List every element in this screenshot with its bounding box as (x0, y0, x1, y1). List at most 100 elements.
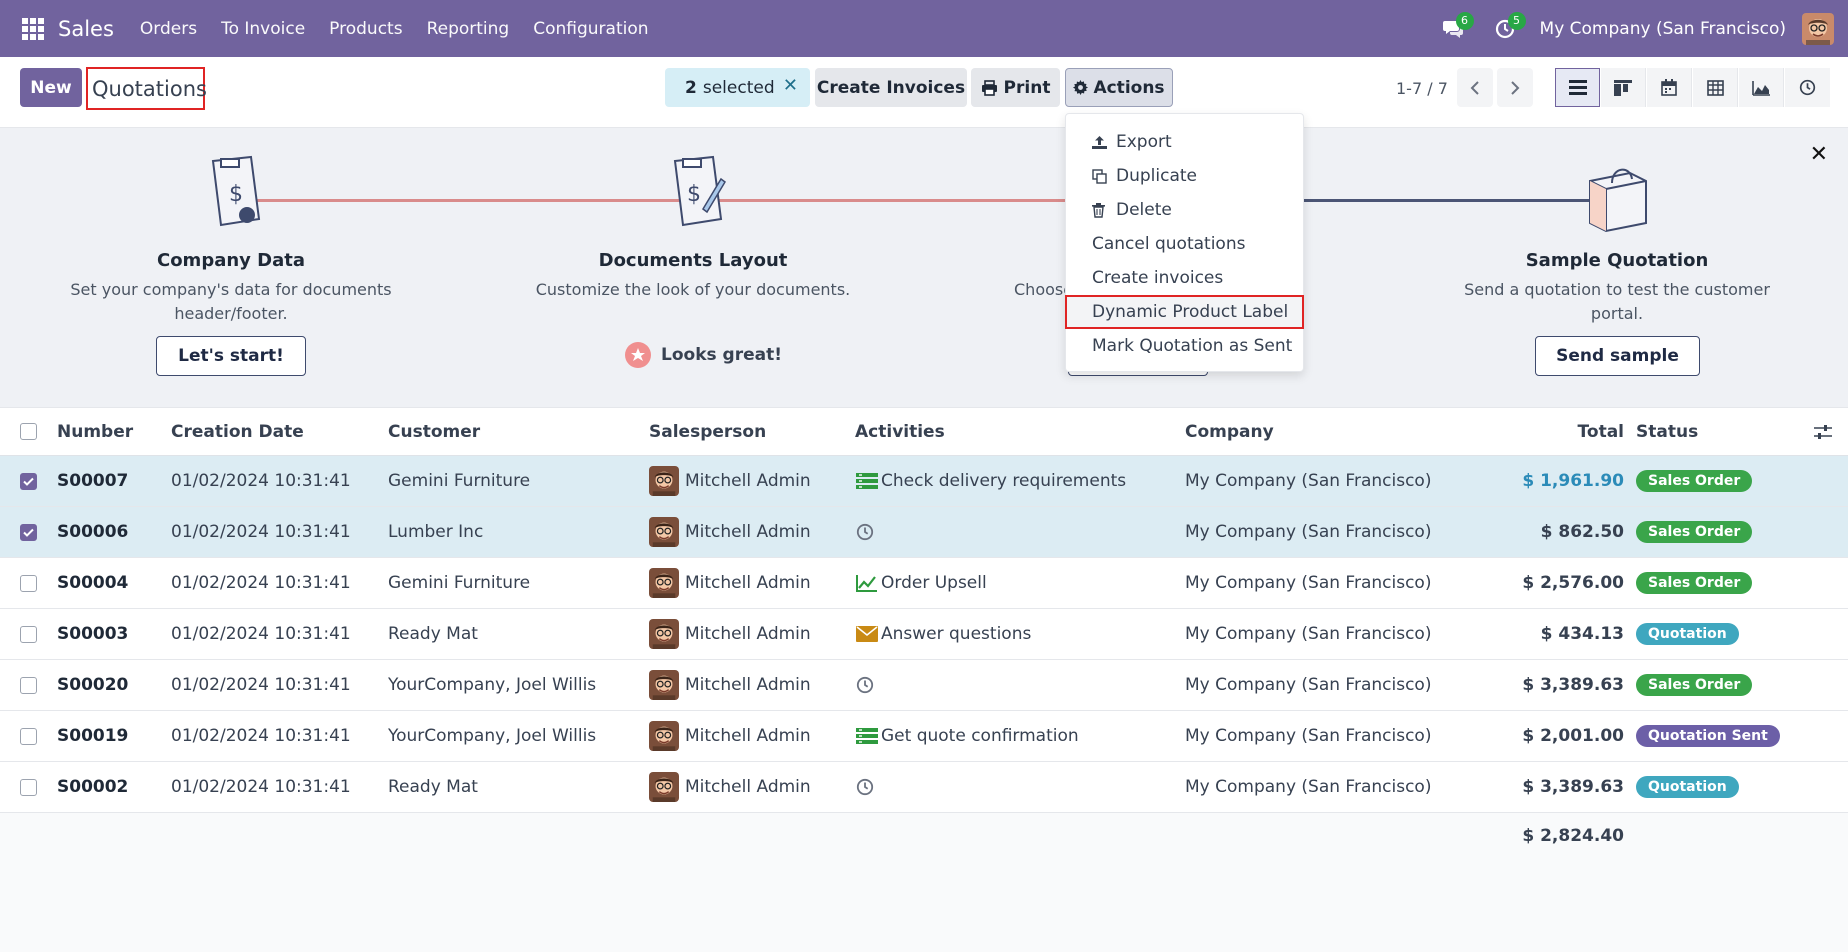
menu-item-export[interactable]: Export (1066, 125, 1303, 159)
activity[interactable] (856, 762, 881, 812)
page-title[interactable]: Quotations (86, 67, 207, 110)
actions-button[interactable]: Actions (1065, 68, 1173, 107)
activity[interactable]: Order Upsell (856, 558, 987, 608)
company-name: My Company (San Francisco) (1185, 675, 1432, 695)
col-creation-date[interactable]: Creation Date (171, 408, 304, 455)
company-name: My Company (San Francisco) (1185, 573, 1432, 593)
row-checkbox[interactable] (20, 609, 37, 659)
clock-icon[interactable] (856, 676, 878, 694)
onboarding-banner: $ Company Data Set your company's data f… (0, 128, 1848, 408)
col-activities[interactable]: Activities (855, 408, 945, 455)
menu-configuration[interactable]: Configuration (521, 19, 660, 39)
avatar (649, 772, 679, 802)
chart-icon[interactable] (856, 574, 878, 592)
company-switcher[interactable]: My Company (San Francisco) (1540, 19, 1786, 39)
row-checkbox[interactable] (20, 762, 37, 812)
activity[interactable]: Check delivery requirements (856, 456, 1126, 506)
printer-icon (981, 79, 997, 96)
row-checkbox[interactable] (20, 660, 37, 710)
row-checkbox[interactable] (20, 507, 37, 557)
quotations-table: Number Creation Date Customer Salesperso… (0, 408, 1848, 859)
customer-name: Gemini Furniture (388, 471, 531, 491)
step-title: Company Data (156, 250, 306, 271)
col-total[interactable]: Total (1500, 408, 1624, 455)
table-row[interactable]: S00020 01/02/2024 10:31:41 YourCompany, … (0, 660, 1848, 711)
menu-item-cancel-quotations[interactable]: Cancel quotations (1066, 227, 1303, 261)
table-row[interactable]: S00019 01/02/2024 10:31:41 YourCompany, … (0, 711, 1848, 762)
activity[interactable] (856, 507, 881, 557)
status: Quotation Sent (1636, 711, 1780, 761)
list-icon[interactable] (856, 728, 878, 744)
order-total: $ 1,961.90 (1522, 471, 1624, 491)
messages-button[interactable]: 6 (1436, 11, 1474, 46)
menu-item-create-invoices[interactable]: Create invoices (1066, 261, 1303, 295)
activity[interactable]: Answer questions (856, 609, 1031, 659)
activity[interactable] (856, 660, 881, 710)
clock-icon[interactable] (856, 778, 878, 796)
status: Sales Order (1636, 456, 1753, 506)
pager-previous-button[interactable] (1457, 68, 1493, 107)
activity-view-button[interactable] (1785, 68, 1830, 107)
new-button[interactable]: New (20, 68, 82, 107)
menu-item-duplicate[interactable]: Duplicate (1066, 159, 1303, 193)
table-row[interactable]: S00003 01/02/2024 10:31:41 Ready Mat Mit… (0, 609, 1848, 660)
salesperson-name: Mitchell Admin (685, 522, 811, 542)
create-invoices-button[interactable]: Create Invoices (815, 68, 967, 107)
status-badge: Quotation Sent (1636, 725, 1780, 747)
clock-icon[interactable] (856, 523, 878, 541)
apps-grid-icon[interactable] (22, 17, 44, 40)
user-avatar[interactable] (1802, 12, 1834, 45)
optional-columns-icon[interactable] (1814, 408, 1832, 455)
menu-item-delete[interactable]: Delete (1066, 193, 1303, 227)
menu-reporting[interactable]: Reporting (415, 19, 522, 39)
menu-item-mark-quotation-sent[interactable]: Mark Quotation as Sent (1066, 329, 1303, 363)
print-button[interactable]: Print (971, 68, 1060, 107)
app-name[interactable]: Sales (58, 17, 114, 41)
menu-orders[interactable]: Orders (128, 19, 209, 39)
menu-item-dynamic-product-label[interactable]: Dynamic Product Label (1065, 295, 1304, 329)
table-row[interactable]: S00007 01/02/2024 10:31:41 Gemini Furnit… (0, 456, 1848, 507)
copy-icon (1092, 168, 1112, 184)
order-total: $ 3,389.63 (1522, 675, 1624, 695)
table-row[interactable]: S00004 01/02/2024 10:31:41 Gemini Furnit… (0, 558, 1848, 609)
col-customer[interactable]: Customer (388, 408, 480, 455)
pager-next-button[interactable] (1497, 68, 1533, 107)
salesperson: Mitchell Admin (649, 660, 811, 710)
col-status[interactable]: Status (1636, 408, 1698, 455)
table-row[interactable]: S00006 01/02/2024 10:31:41 Lumber Inc Mi… (0, 507, 1848, 558)
creation-date: 01/02/2024 10:31:41 (171, 675, 351, 695)
actions-label: Actions (1093, 77, 1165, 98)
graph-view-button[interactable] (1739, 68, 1784, 107)
col-number[interactable]: Number (57, 408, 133, 455)
sum-total: $ 2,824.40 (1522, 826, 1624, 846)
creation-date: 01/02/2024 10:31:41 (171, 573, 351, 593)
row-checkbox[interactable] (20, 456, 37, 506)
activity-summary: Answer questions (881, 624, 1032, 644)
pivot-view-button[interactable] (1693, 68, 1738, 107)
send-sample-button[interactable]: Send sample (1535, 336, 1700, 376)
unselect-all-icon[interactable]: ✕ (783, 75, 798, 96)
lets-start-button[interactable]: Let's start! (156, 336, 306, 376)
pager-value[interactable]: 1-7 / 7 (1396, 79, 1448, 98)
table-row[interactable]: S00002 01/02/2024 10:31:41 Ready Mat Mit… (0, 762, 1848, 813)
salesperson: Mitchell Admin (649, 762, 811, 812)
order-number: S00002 (57, 777, 129, 797)
row-checkbox[interactable] (20, 558, 37, 608)
envelope-icon[interactable] (856, 626, 878, 642)
menu-products[interactable]: Products (317, 19, 414, 39)
list-view-button[interactable] (1555, 68, 1600, 107)
salesperson-name: Mitchell Admin (685, 573, 811, 593)
kanban-view-button[interactable] (1601, 68, 1646, 107)
row-checkbox[interactable] (20, 711, 37, 761)
activity[interactable]: Get quote confirmation (856, 711, 1079, 761)
select-all-checkbox[interactable] (20, 408, 37, 455)
menu-to-invoice[interactable]: To Invoice (209, 19, 317, 39)
salesperson: Mitchell Admin (649, 456, 811, 506)
col-salesperson[interactable]: Salesperson (649, 408, 766, 455)
calendar-view-button[interactable] (1647, 68, 1692, 107)
close-banner-icon[interactable]: ✕ (1810, 142, 1828, 167)
col-company[interactable]: Company (1185, 408, 1274, 455)
activities-button[interactable]: 5 (1488, 11, 1526, 46)
list-icon[interactable] (856, 473, 878, 489)
activities-count-badge: 5 (1507, 11, 1526, 30)
